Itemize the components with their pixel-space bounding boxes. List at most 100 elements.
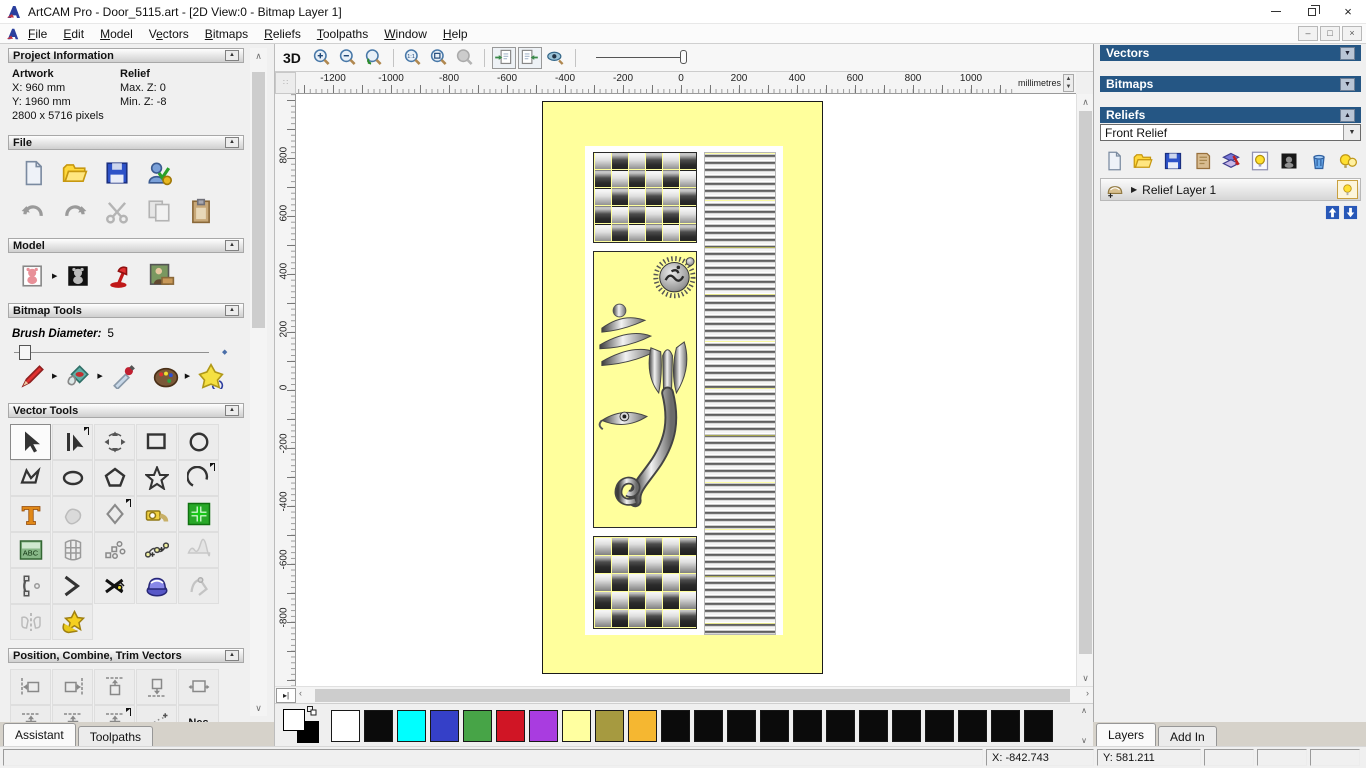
redo-button[interactable]	[60, 196, 90, 226]
chevron-down-icon[interactable]: ▼	[1343, 125, 1360, 140]
switch-3d-view-button[interactable]: 3D	[283, 50, 301, 66]
flood-fill-flyout-icon[interactable]: ▶	[97, 372, 102, 380]
scroll-up-icon[interactable]: ∧	[1077, 706, 1091, 715]
copy-button[interactable]	[144, 196, 174, 226]
palette-swatch[interactable]	[430, 710, 459, 742]
mdi-minimize-button[interactable]: –	[1298, 26, 1318, 41]
mirror-vectors-button[interactable]	[10, 604, 51, 640]
lighting-material-button[interactable]	[105, 261, 135, 291]
show-all-layers-button[interactable]	[1337, 150, 1359, 172]
palette-swatch[interactable]	[496, 710, 525, 742]
menu-edit[interactable]: Edit	[55, 25, 92, 43]
import-relief-button[interactable]	[1191, 150, 1213, 172]
palette-swatch[interactable]	[826, 710, 855, 742]
slider-handle[interactable]	[19, 345, 31, 360]
cut-button[interactable]	[102, 196, 132, 226]
menu-reliefs[interactable]: Reliefs	[256, 25, 309, 43]
two-rail-sweep-button[interactable]	[178, 568, 219, 604]
add-vectors-button[interactable]	[178, 496, 219, 532]
collapse-icon[interactable]: ▲	[225, 405, 239, 416]
select-vectors-button[interactable]	[10, 424, 51, 460]
menu-help[interactable]: Help	[435, 25, 476, 43]
tab-layers[interactable]: Layers	[1096, 723, 1156, 746]
section-header-project-information[interactable]: Project Information ▲	[8, 48, 244, 63]
section-header-file[interactable]: File ▲	[8, 135, 244, 150]
open-relief-layer-button[interactable]	[1132, 150, 1154, 172]
colour-picker-button[interactable]	[109, 361, 139, 391]
zoom-out-button[interactable]	[336, 47, 360, 69]
scroll-up-icon[interactable]: ∧	[1077, 94, 1094, 110]
wrap-text-button[interactable]	[52, 496, 93, 532]
create-text-button[interactable]	[10, 496, 51, 532]
assistant-scrollbar[interactable]: ∧ ∨	[250, 48, 267, 716]
relief-selector-combo[interactable]: Front Relief ▼	[1100, 124, 1361, 141]
centre-boxed-button[interactable]	[52, 705, 93, 722]
save-relief-layer-button[interactable]	[1161, 150, 1183, 172]
new-relief-layer-button[interactable]	[1103, 150, 1125, 172]
spin-relief-button[interactable]	[136, 568, 177, 604]
scroll-down-icon[interactable]: ∨	[1077, 736, 1091, 745]
align-left-button[interactable]	[10, 669, 51, 705]
fit-curve-to-points-button[interactable]	[136, 532, 177, 568]
palette-swatch[interactable]	[793, 710, 822, 742]
create-polyline-button[interactable]	[10, 460, 51, 496]
open-model-button[interactable]	[60, 158, 90, 188]
menu-window[interactable]: Window	[376, 25, 435, 43]
scroll-down-icon[interactable]: ∨	[1077, 670, 1094, 686]
paste-button[interactable]	[186, 196, 216, 226]
tab-add-in[interactable]: Add In	[1158, 726, 1217, 746]
zoom-in-button[interactable]	[310, 47, 334, 69]
tab-assistant[interactable]: Assistant	[3, 723, 76, 746]
zoom-selection-button[interactable]	[453, 47, 477, 69]
scroll-left-icon[interactable]: ‹	[299, 688, 302, 698]
create-polygon-button[interactable]	[94, 460, 135, 496]
nesting-button[interactable]: Nes	[178, 705, 219, 722]
palette-swatch[interactable]	[892, 710, 921, 742]
create-arc-button[interactable]	[178, 460, 219, 496]
opacity-slider-handle[interactable]	[680, 50, 687, 64]
flood-fill-button[interactable]	[63, 361, 93, 391]
layer-visibility-button[interactable]	[1337, 180, 1358, 199]
link-colours-icon[interactable]	[307, 706, 317, 718]
scroll-right-icon[interactable]: ›	[1086, 688, 1089, 698]
canvas-vertical-scrollbar[interactable]: ∧ ∨	[1076, 94, 1093, 686]
delete-relief-layer-button[interactable]	[1308, 150, 1330, 172]
fit-arcs-button[interactable]	[10, 568, 51, 604]
block-paste-button[interactable]	[94, 532, 135, 568]
brush-diameter-slider[interactable]: ◆	[14, 352, 209, 353]
section-header-vectors[interactable]: Vectors ▼	[1100, 45, 1361, 61]
units-combo[interactable]: millimetres ▲▼	[1016, 72, 1076, 93]
section-header-model[interactable]: Model ▲	[8, 238, 244, 253]
canvas-2d-view[interactable]	[296, 94, 1076, 686]
restore-button[interactable]	[1294, 0, 1330, 24]
expand-icon[interactable]: ▼	[1340, 47, 1355, 60]
scrollbar-thumb[interactable]	[252, 72, 265, 328]
tab-toolpaths[interactable]: Toolpaths	[78, 726, 153, 746]
palette-swatch[interactable]	[364, 710, 393, 742]
minimize-button[interactable]	[1258, 0, 1294, 24]
transfer-relief-layer-button[interactable]	[1220, 150, 1242, 172]
section-header-bitmap-tools[interactable]: Bitmap Tools ▲	[8, 303, 244, 318]
set-model-size-flyout-icon[interactable]: ▶	[52, 272, 57, 280]
paste-along-curve-button[interactable]	[136, 705, 177, 722]
texture-relief-button[interactable]	[147, 261, 177, 291]
vector-doctor-button[interactable]	[52, 604, 93, 640]
section-header-reliefs[interactable]: Reliefs ▲	[1100, 107, 1361, 123]
offset-vectors-button[interactable]	[94, 496, 135, 532]
primary-colour-swatch[interactable]	[283, 709, 305, 731]
move-layer-up-button[interactable]	[1325, 205, 1340, 220]
menu-bitmaps[interactable]: Bitmaps	[197, 25, 256, 43]
free-relief-button[interactable]	[178, 532, 219, 568]
collapse-icon[interactable]: ▲	[225, 137, 239, 148]
collapse-icon[interactable]: ▲	[225, 240, 239, 251]
transform-vectors-button[interactable]	[94, 424, 135, 460]
relief-layer-item[interactable]: ▶ Relief Layer 1	[1100, 178, 1361, 201]
palette-swatch[interactable]	[1024, 710, 1053, 742]
expand-icon[interactable]: ▼	[1340, 78, 1355, 91]
paint-brush-flyout-icon[interactable]: ▶	[52, 372, 57, 380]
menu-file[interactable]: File	[20, 25, 55, 43]
menu-model[interactable]: Model	[92, 25, 141, 43]
palette-swatch[interactable]	[562, 710, 591, 742]
section-header-position-combine-trim[interactable]: Position, Combine, Trim Vectors ▲	[8, 648, 244, 663]
trim-vectors-button[interactable]	[94, 568, 135, 604]
